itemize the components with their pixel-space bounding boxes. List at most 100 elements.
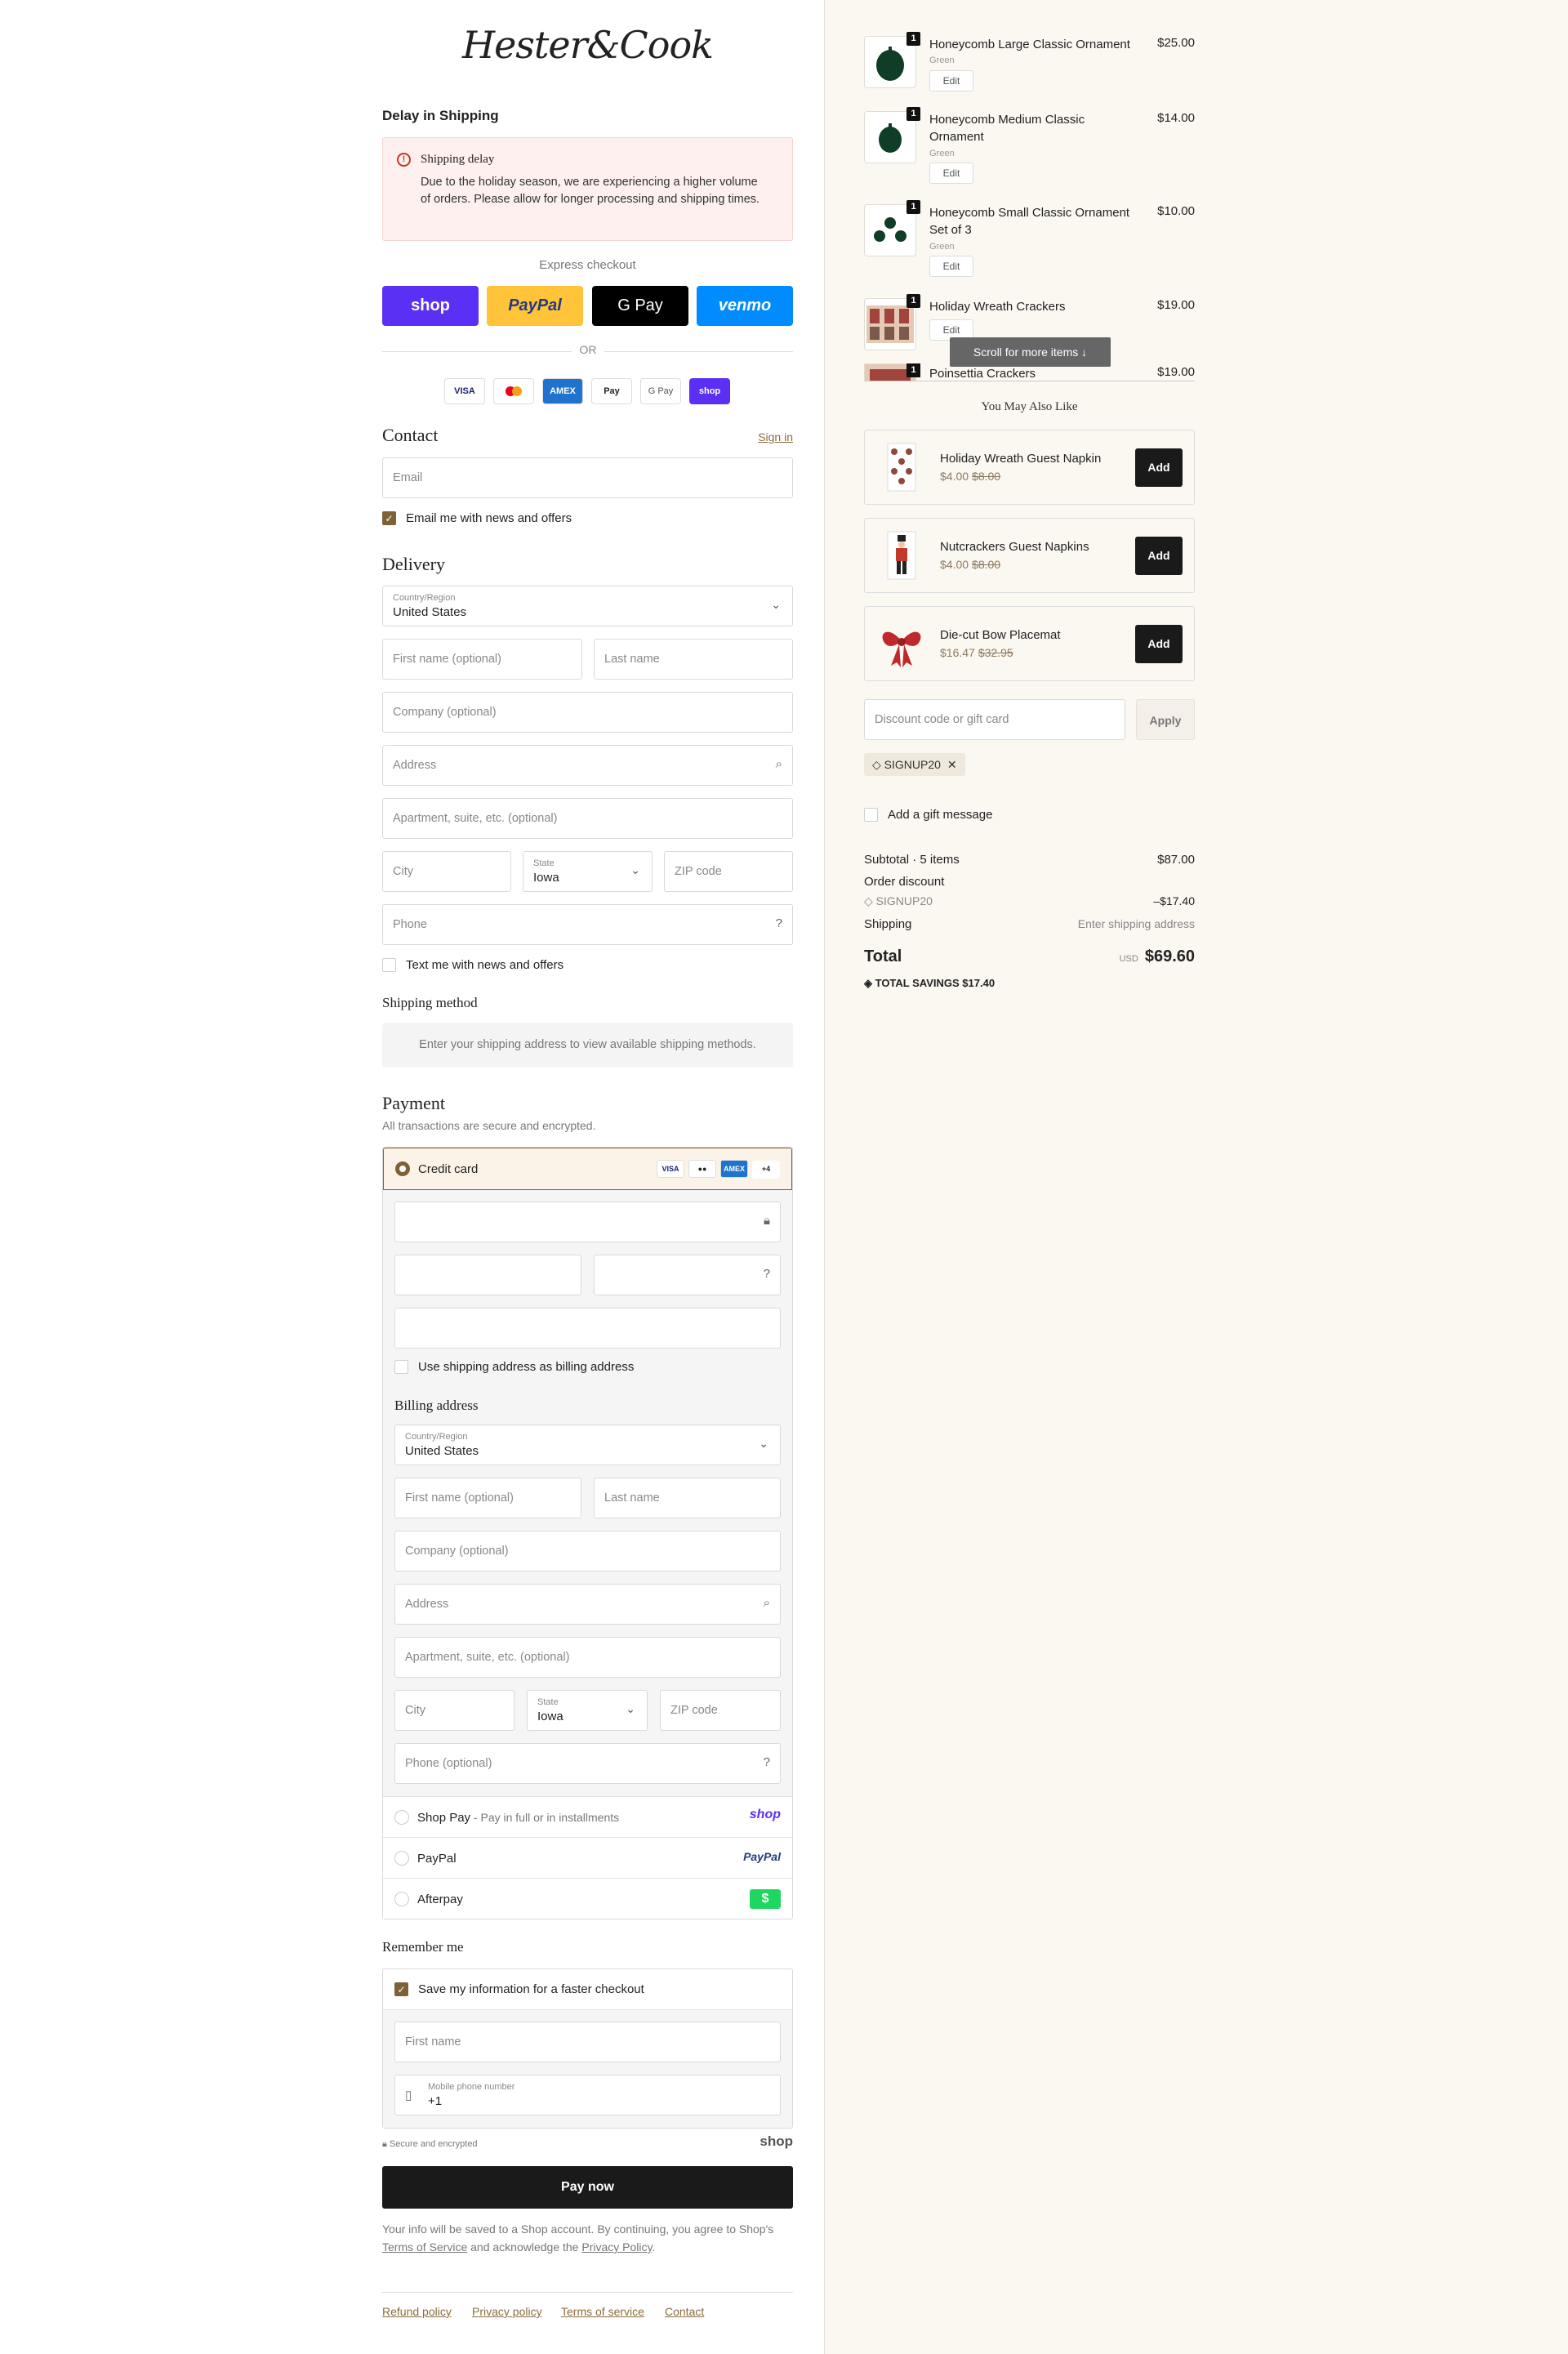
name-on-card-field[interactable] bbox=[394, 1308, 781, 1349]
credit-card-radio[interactable] bbox=[395, 1161, 410, 1176]
scroll-hint[interactable]: Scroll for more items ↓ bbox=[950, 337, 1111, 367]
chevron-down-icon: ⌄ bbox=[759, 1437, 768, 1450]
total-label: Total bbox=[864, 947, 902, 965]
last-name-field[interactable]: Last name bbox=[594, 639, 793, 680]
country-select[interactable]: Country/Region United States ⌄ bbox=[382, 586, 793, 626]
discount-placeholder: Discount code or gift card bbox=[875, 713, 1009, 726]
state-select[interactable]: State Iowa ⌄ bbox=[523, 851, 653, 892]
upsell-price: $16.47 $32.95 bbox=[940, 646, 1013, 659]
cart-item: 1 Honeycomb Medium Classic Ornament Gree… bbox=[864, 107, 1195, 185]
express-checkout-label: Express checkout bbox=[539, 258, 636, 272]
phone-field[interactable]: Phone? bbox=[382, 904, 793, 945]
billing-apartment-field[interactable]: Apartment, suite, etc. (optional) bbox=[394, 1637, 781, 1678]
visa-icon: VISA bbox=[657, 1160, 684, 1178]
first-name-field[interactable]: First name (optional) bbox=[382, 639, 582, 680]
billing-phone-field[interactable]: Phone (optional)? bbox=[394, 1743, 781, 1784]
refund-policy-link[interactable]: Refund policy bbox=[382, 2305, 452, 2318]
google-pay-icon: G Pay bbox=[640, 378, 681, 404]
remember-title: Remember me bbox=[382, 1939, 464, 1955]
card-number-field[interactable]: 🔒︎ bbox=[394, 1202, 781, 1242]
afterpay-radio[interactable] bbox=[394, 1892, 409, 1906]
address-placeholder: Address bbox=[393, 759, 437, 772]
checkout-column: Hester&Cook Delay in Shipping ! Shipping… bbox=[382, 0, 793, 2354]
help-icon[interactable]: ? bbox=[764, 1755, 770, 1769]
shop-pay-option[interactable]: Shop Pay - Pay in full or in installment… bbox=[383, 1796, 792, 1837]
save-info-checkbox[interactable]: ✓ bbox=[394, 1982, 408, 1996]
checkout-main: Hester&Cook Delay in Shipping ! Shipping… bbox=[0, 0, 824, 2354]
item-variant: Green bbox=[929, 242, 955, 252]
paypal-button[interactable]: PayPal bbox=[487, 286, 583, 326]
text-news-label: Text me with news and offers bbox=[406, 958, 564, 972]
shipping-label: Shipping bbox=[864, 917, 912, 931]
remember-first-name-field[interactable]: First name bbox=[394, 2022, 781, 2062]
privacy-link[interactable]: Privacy Policy bbox=[581, 2240, 652, 2254]
save-info-label: Save my information for a faster checkou… bbox=[418, 1982, 644, 1996]
email-news-checkbox[interactable]: ✓ bbox=[382, 511, 396, 525]
mobile-phone-field[interactable]: ▯ Mobile phone number +1 bbox=[394, 2075, 781, 2115]
pay-now-button[interactable]: Pay now bbox=[382, 2166, 793, 2209]
terms-of-service-link[interactable]: Terms of service bbox=[561, 2305, 644, 2318]
item-name: Honeycomb Medium Classic Ornament bbox=[929, 113, 1085, 144]
brand-logo[interactable]: Hester&Cook bbox=[382, 23, 793, 67]
search-icon: ⌕ bbox=[763, 1596, 770, 1610]
save-info-row[interactable]: ✓ Save my information for a faster check… bbox=[383, 1969, 792, 2010]
billing-country-select[interactable]: Country/Region United States ⌄ bbox=[394, 1424, 781, 1465]
credit-card-option[interactable]: Credit card VISA ●● AMEX +4 bbox=[383, 1148, 792, 1190]
first-name-placeholder: First name (optional) bbox=[393, 653, 501, 666]
billing-company-field[interactable]: Company (optional) bbox=[394, 1531, 781, 1572]
zip-field[interactable]: ZIP code bbox=[664, 851, 793, 892]
afterpay-option[interactable]: Afterpay $ bbox=[383, 1878, 792, 1919]
zip-placeholder: ZIP code bbox=[675, 865, 722, 878]
expiration-field[interactable] bbox=[394, 1255, 581, 1295]
billing-zip-field[interactable]: ZIP code bbox=[660, 1690, 781, 1731]
city-field[interactable]: City bbox=[382, 851, 511, 892]
apply-button[interactable]: Apply bbox=[1136, 699, 1195, 740]
billing-last-name-field[interactable]: Last name bbox=[594, 1478, 781, 1518]
add-button[interactable]: Add bbox=[1135, 537, 1183, 575]
upsell-name: Die-cut Bow Placemat bbox=[940, 628, 1061, 642]
nutcracker-image bbox=[887, 531, 916, 580]
security-code-field[interactable]: ? bbox=[594, 1255, 781, 1295]
billing-address-field[interactable]: Address ⌕ bbox=[394, 1584, 781, 1625]
company-field[interactable]: Company (optional) bbox=[382, 692, 793, 733]
shop-pay-radio[interactable] bbox=[394, 1810, 409, 1825]
country-label: Country/Region bbox=[393, 593, 456, 603]
edit-button[interactable]: Edit bbox=[929, 163, 973, 184]
remove-discount-icon[interactable]: ✕ bbox=[947, 758, 957, 771]
billing-first-name-field[interactable]: First name (optional) bbox=[394, 1478, 581, 1518]
text-news-checkbox[interactable] bbox=[382, 958, 396, 972]
tag-icon: ◇ bbox=[864, 894, 876, 907]
google-pay-button[interactable]: G Pay bbox=[592, 286, 688, 326]
payment-title: Payment bbox=[382, 1093, 445, 1113]
contact-link[interactable]: Contact bbox=[665, 2305, 704, 2318]
add-button[interactable]: Add bbox=[1135, 448, 1183, 487]
terms-link[interactable]: Terms of Service bbox=[382, 2240, 467, 2254]
help-icon[interactable]: ? bbox=[764, 1267, 770, 1281]
secure-text: Secure and encrypted bbox=[389, 2139, 478, 2149]
original-price: $8.00 bbox=[972, 558, 1001, 571]
discount-code-field[interactable]: Discount code or gift card bbox=[864, 699, 1125, 740]
gift-message-checkbox[interactable] bbox=[864, 808, 878, 822]
remember-me-form: First name ▯ Mobile phone number +1 bbox=[383, 2010, 792, 2128]
billing-city-field[interactable]: City bbox=[394, 1690, 514, 1731]
crackers-image bbox=[870, 369, 911, 381]
apartment-field[interactable]: Apartment, suite, etc. (optional) bbox=[382, 798, 793, 839]
item-variant: Green bbox=[929, 56, 955, 65]
paypal-option[interactable]: PayPal PayPal bbox=[383, 1837, 792, 1878]
discount-value: –$17.40 bbox=[1153, 894, 1195, 907]
edit-button[interactable]: Edit bbox=[929, 256, 973, 277]
venmo-button[interactable]: venmo bbox=[697, 286, 793, 326]
paypal-radio[interactable] bbox=[394, 1851, 409, 1866]
billing-state-select[interactable]: State Iowa ⌄ bbox=[527, 1690, 648, 1731]
edit-button[interactable]: Edit bbox=[929, 70, 973, 91]
cart-item: 1 Poinsettia Crackers $19.00 bbox=[864, 363, 1195, 381]
mastercard-icon: ●● bbox=[688, 1160, 716, 1178]
sign-in-link[interactable]: Sign in bbox=[758, 430, 793, 444]
use-shipping-checkbox[interactable] bbox=[394, 1360, 408, 1374]
add-button[interactable]: Add bbox=[1135, 625, 1183, 663]
help-icon[interactable]: ? bbox=[776, 916, 782, 930]
privacy-policy-link[interactable]: Privacy policy bbox=[472, 2305, 542, 2318]
address-field[interactable]: Address ⌕ bbox=[382, 745, 793, 786]
shop-pay-button[interactable]: shop bbox=[382, 286, 479, 326]
email-field[interactable]: Email bbox=[382, 457, 793, 498]
